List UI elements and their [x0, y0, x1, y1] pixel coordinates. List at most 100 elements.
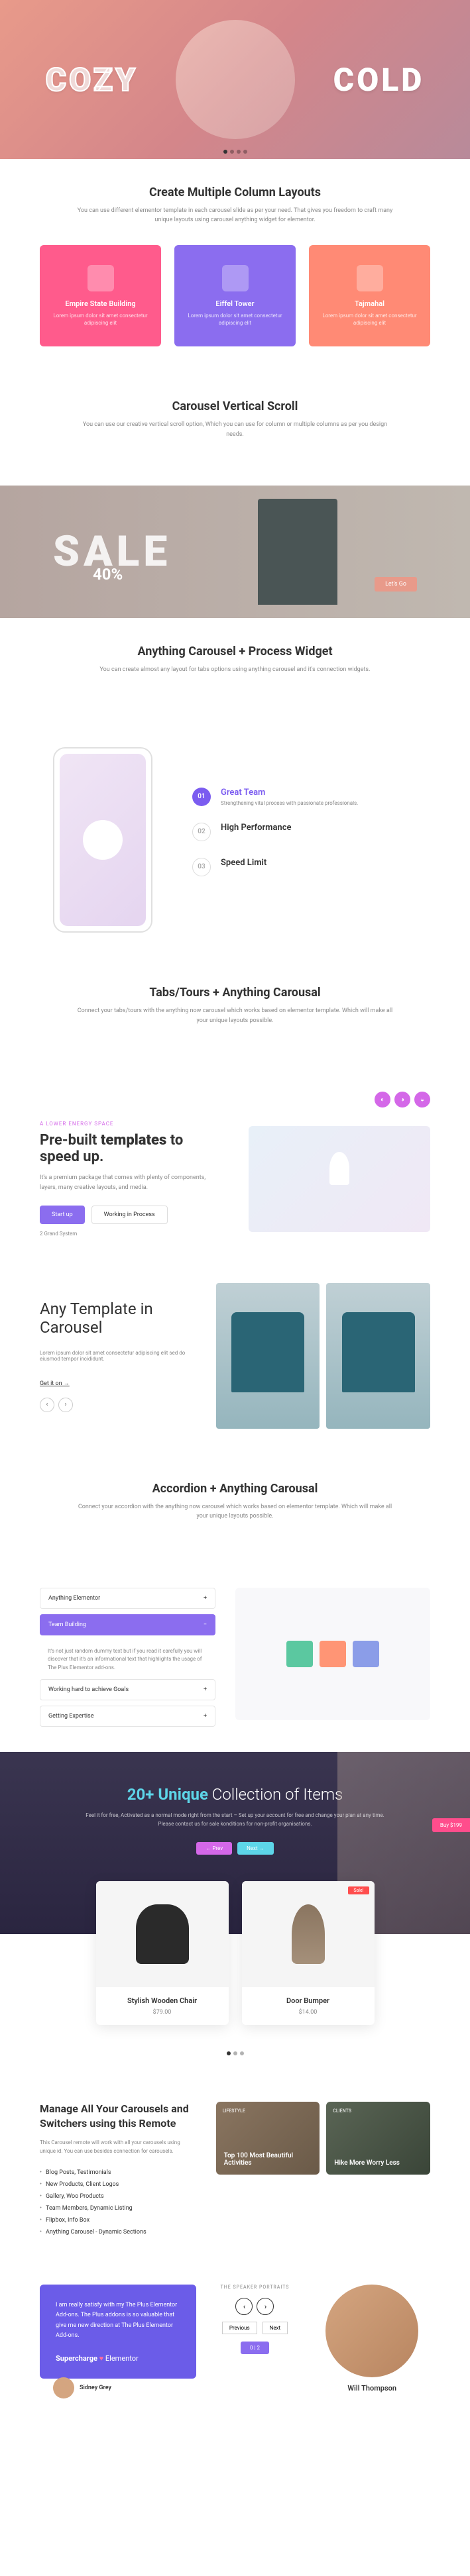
badge-icon[interactable]: ◐ [375, 1092, 390, 1108]
accordion-item[interactable]: Working hard to achieve Goals+ [40, 1679, 215, 1700]
grid-card[interactable]: LIFESTYLE Top 100 Most Beautiful Activit… [216, 2102, 320, 2175]
tabs-text: A LOWER ENERGY SPACE Pre-built templates… [40, 1121, 222, 1237]
remote-title: Manage All Your Carousels and Switchers … [40, 2102, 196, 2132]
remote-section: Manage All Your Carousels and Switchers … [0, 2075, 470, 2265]
sale-cta-button[interactable]: Let's Go [375, 577, 417, 592]
process-steps: 01 Great Team Strengthening vital proces… [192, 788, 417, 893]
hero-text-cold: COLD [333, 61, 425, 99]
card-text: Lorem ipsum dolor sit amet consectetur a… [322, 312, 417, 327]
product-image[interactable] [216, 1283, 320, 1429]
product-pagination[interactable] [0, 2051, 470, 2075]
step-number: 03 [192, 858, 211, 876]
grid-title: Top 100 Most Beautiful Activities [224, 2152, 312, 2167]
process-step-2[interactable]: 02 High Performance [192, 823, 417, 841]
tabs-section-header: Tabs/Tours + Anything Carousal Connect y… [0, 959, 470, 1072]
product-image: Sale! [242, 1881, 375, 1987]
template-nav: ‹ › [40, 1398, 196, 1412]
plus-icon: + [204, 1713, 207, 1720]
product-cards: Stylish Wooden Chair $79.00 Sale! Door B… [0, 1881, 470, 2051]
badge-icon[interactable]: ◑ [394, 1092, 410, 1108]
accordion-item[interactable]: Getting Expertise+ [40, 1706, 215, 1727]
product-price: $14.00 [251, 2009, 365, 2016]
dome-icon [357, 265, 383, 291]
template-cta-link[interactable]: Get it on → [40, 1380, 70, 1387]
phone-mockup [53, 747, 152, 933]
testimonial-section: I am really satisfy with my The Plus Ele… [0, 2265, 470, 2432]
portrait-avatar [325, 2285, 418, 2377]
grand-system-text: 2 Grand System [40, 1231, 222, 1237]
template-desc: Lorem ipsum dolor sit amet consectetur a… [40, 1350, 196, 1362]
step-title: Speed Limit [221, 858, 266, 868]
product-card[interactable]: Sale! Door Bumper $14.00 [242, 1881, 375, 2025]
product-price: $79.00 [105, 2009, 219, 2016]
remote-grid: LIFESTYLE Top 100 Most Beautiful Activit… [216, 2102, 430, 2238]
list-item: Gallery, Woo Products [40, 2190, 196, 2202]
step-desc: Strengthening vital process with passion… [221, 800, 358, 806]
vertical-desc: You can use our creative vertical scroll… [76, 420, 394, 439]
startup-button[interactable]: Start up [40, 1206, 85, 1224]
puzzle-icon [320, 1641, 346, 1667]
product-card[interactable]: Stylish Wooden Chair $79.00 [96, 1881, 229, 2025]
avatar [53, 2377, 74, 2398]
process-title: Anything Carousel + Process Widget [40, 644, 430, 658]
card-title: Eiffel Tower [188, 299, 282, 308]
process-step-3[interactable]: 03 Speed Limit [192, 858, 417, 876]
sale-model-image [258, 499, 337, 605]
tabs-illustration [249, 1126, 431, 1232]
previous-button[interactable]: Previous [222, 2322, 257, 2334]
testimonial-card: I am really satisfy with my The Plus Ele… [40, 2285, 196, 2379]
testimonial-author: Sidney Grey [53, 2377, 111, 2398]
next-arrow-button[interactable]: › [257, 2298, 274, 2315]
prev-button[interactable]: ‹ [40, 1398, 54, 1412]
hero-pagination[interactable] [223, 150, 247, 154]
vertical-section: Carousel Vertical Scroll You can use our… [0, 373, 470, 486]
prev-button[interactable]: ← Prev [196, 1842, 232, 1855]
minus-icon: − [204, 1622, 207, 1628]
grid-card[interactable]: CLIENTS Hike More Worry Less [326, 2102, 430, 2175]
card-empire[interactable]: Empire State Building Lorem ipsum dolor … [40, 245, 161, 346]
accordion-item[interactable]: Anything Elementor+ [40, 1588, 215, 1609]
nav-arrows: ‹ › [216, 2298, 294, 2315]
author-name: Sidney Grey [80, 2385, 111, 2391]
accordion-illustration [235, 1588, 430, 1720]
product-image[interactable] [326, 1283, 430, 1429]
step-number: 01 [192, 788, 211, 806]
next-button[interactable]: Next → [237, 1842, 274, 1855]
next-button[interactable]: Next [263, 2322, 288, 2334]
testimonial-portrait: Will Thompson [314, 2285, 430, 2393]
heart-icon: ♥ [99, 2354, 104, 2363]
page-indicator[interactable]: 0 | 2 [241, 2342, 269, 2354]
accordion-expanded-text: It's not just random dummy text but if y… [40, 1641, 215, 1679]
prev-arrow-button[interactable]: ‹ [235, 2298, 253, 2315]
accordion-item-active[interactable]: Team Building− [40, 1614, 215, 1635]
card-eiffel[interactable]: Eiffel Tower Lorem ipsum dolor sit amet … [174, 245, 296, 346]
card-title: Tajmahal [322, 299, 417, 308]
tabs-content-text: It's a premium package that comes with p… [40, 1173, 222, 1192]
template-section: Any Template in Carousel Lorem ipsum dol… [0, 1257, 470, 1455]
grid-title: Hike More Worry Less [334, 2159, 400, 2167]
list-item: New Products, Client Logos [40, 2179, 196, 2190]
next-button[interactable]: › [58, 1398, 73, 1412]
badge-icon[interactable]: ◒ [414, 1092, 430, 1108]
tab-badges: ◐ ◑ ◒ [40, 1092, 430, 1108]
process-step-1[interactable]: 01 Great Team Strengthening vital proces… [192, 788, 417, 806]
building-icon [88, 265, 114, 291]
tabs-heading: Pre-built templates to speed up. [40, 1132, 222, 1165]
sale-tag: Sale! [348, 1886, 369, 1894]
chevron-right-icon: › [64, 1401, 66, 1408]
chevron-left-icon: ‹ [46, 1401, 48, 1408]
card-tajmahal[interactable]: Tajmahal Lorem ipsum dolor sit amet cons… [309, 245, 430, 346]
puzzle-icon [286, 1641, 313, 1667]
columns-cards: Empire State Building Lorem ipsum dolor … [40, 245, 430, 346]
grid-category: CLIENTS [333, 2108, 351, 2114]
portrait-name: Will Thompson [314, 2384, 430, 2393]
buy-badge[interactable]: Buy $199 [432, 1818, 470, 1832]
chevron-left-icon: ‹ [243, 2302, 245, 2311]
list-item: Blog Posts, Testimonials [40, 2167, 196, 2179]
chevron-right-icon: › [264, 2302, 266, 2311]
product-name: Door Bumper [251, 1996, 365, 2005]
phone-screen [60, 754, 146, 926]
working-button[interactable]: Working in Process [91, 1206, 168, 1224]
tabs-content: ◐ ◑ ◒ A LOWER ENERGY SPACE Pre-built tem… [0, 1072, 470, 1257]
testimonial-text: I am really satisfy with my The Plus Ele… [56, 2300, 180, 2341]
